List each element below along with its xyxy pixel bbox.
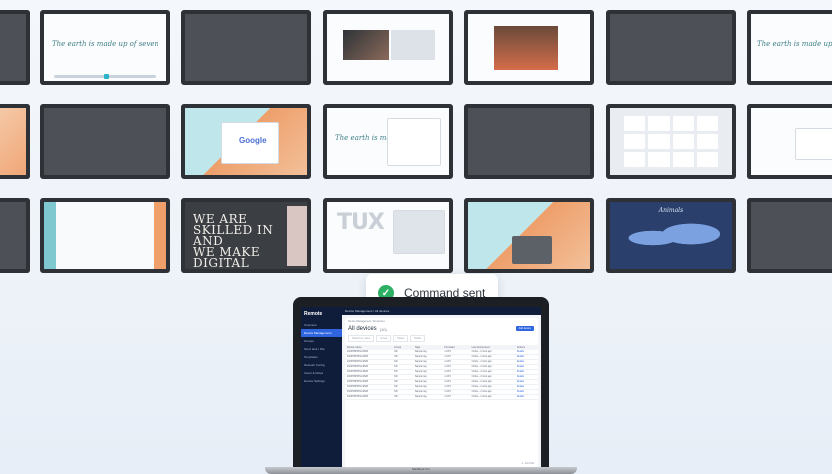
sidebar-item-users[interactable]: Users & Roles [301, 369, 342, 377]
laptop-label: MacBook Pro [411, 467, 430, 471]
laptop-base: MacBook Pro [265, 467, 577, 474]
display-tile[interactable]: TUX [323, 198, 453, 273]
filter-bar: Search by name Group Status Model [345, 333, 538, 344]
laptop-screen: Remote Overview Device Management Groups… [301, 307, 541, 467]
display-tile[interactable] [0, 198, 30, 273]
display-tile[interactable] [0, 10, 30, 85]
display-tile[interactable] [40, 198, 170, 273]
handwriting-text: The earth is made up of seven continents [757, 40, 832, 48]
display-tile[interactable] [606, 10, 736, 85]
display-tile[interactable]: The earth is made up of seven continents [40, 10, 170, 85]
display-wall: The earth is made up of seven continents… [0, 0, 832, 290]
sidebar-item-settings[interactable]: Device Settings [301, 377, 342, 385]
google-logo: Google [239, 136, 267, 145]
search-input[interactable]: Search by name [348, 335, 375, 342]
model-filter[interactable]: Model [410, 335, 426, 342]
table-cell[interactable]: Details [514, 394, 538, 400]
table-cell: 1.23.5 [442, 394, 470, 400]
map-title: Animals [658, 207, 684, 214]
app-topbar: Device Management / All devices [342, 307, 541, 315]
table-cell: ND [392, 394, 413, 400]
app-brand: Remote [304, 311, 323, 317]
display-tile[interactable]: The earth is made up of seven continents [747, 10, 832, 85]
display-tile[interactable] [606, 104, 736, 179]
sidebar-item-device-management[interactable]: Device Management [301, 329, 342, 337]
display-tile[interactable]: WE ARE SKILLED IN AND WE MAKE DIGITAL [181, 198, 311, 273]
handwriting-text: The earth is made up of seven continents [52, 40, 158, 48]
topbar-crumb: Device Management / All devices [345, 309, 390, 313]
breadcrumb: Device Management / All devices [348, 320, 385, 323]
display-tile[interactable]: Animals [606, 198, 736, 273]
sidebar-item-templates[interactable]: Templates [301, 353, 342, 361]
display-tile[interactable] [747, 198, 832, 273]
table-cell: Sample tag [412, 394, 443, 400]
laptop: Remote Overview Device Management Groups… [293, 297, 549, 467]
handwriting-text: The earth is made [335, 134, 389, 142]
sidebar-item-send-task[interactable]: Send task / File [301, 345, 342, 353]
display-tile[interactable] [0, 104, 30, 179]
display-tile[interactable] [464, 10, 594, 85]
status-filter[interactable]: Status [393, 335, 409, 342]
display-tile[interactable]: The earth is made [323, 104, 453, 179]
table-cell: Online - 2 mins ago [469, 394, 515, 400]
group-filter[interactable]: Group [376, 335, 392, 342]
display-tile[interactable] [323, 10, 453, 85]
device-count: (10) [379, 326, 387, 332]
sidebar-item-overview[interactable]: Overview [301, 321, 342, 329]
display-tile[interactable] [181, 10, 311, 85]
sidebar-item-groups[interactable]: Groups [301, 337, 342, 345]
display-tile[interactable] [464, 104, 594, 179]
app-main: Device Management / All devices All devi… [345, 318, 538, 467]
display-tile[interactable] [40, 104, 170, 179]
table-row[interactable]: 2323HDP9HLC2528 ND Sample tag 1.23.5 Online … [345, 394, 538, 400]
add-device-button[interactable]: Add device [515, 326, 534, 331]
slide-headline: WE ARE SKILLED IN AND WE MAKE DIGITAL [193, 212, 274, 270]
tux-logo: TUX [337, 210, 385, 235]
display-tile[interactable]: Google [181, 104, 311, 179]
display-tile[interactable] [464, 198, 594, 273]
pagination[interactable]: 1 - 10 of 10 [521, 462, 534, 465]
page-title: All devices [348, 326, 377, 332]
table-cell: 2323HDP9HLC2528 [345, 394, 393, 400]
sidebar-item-network[interactable]: Network Config [301, 361, 342, 369]
devices-table: Device name Group Tags Firmware Last ann… [345, 345, 538, 400]
display-tile[interactable] [747, 104, 832, 179]
app-sidebar: Remote Overview Device Management Groups… [301, 307, 342, 467]
